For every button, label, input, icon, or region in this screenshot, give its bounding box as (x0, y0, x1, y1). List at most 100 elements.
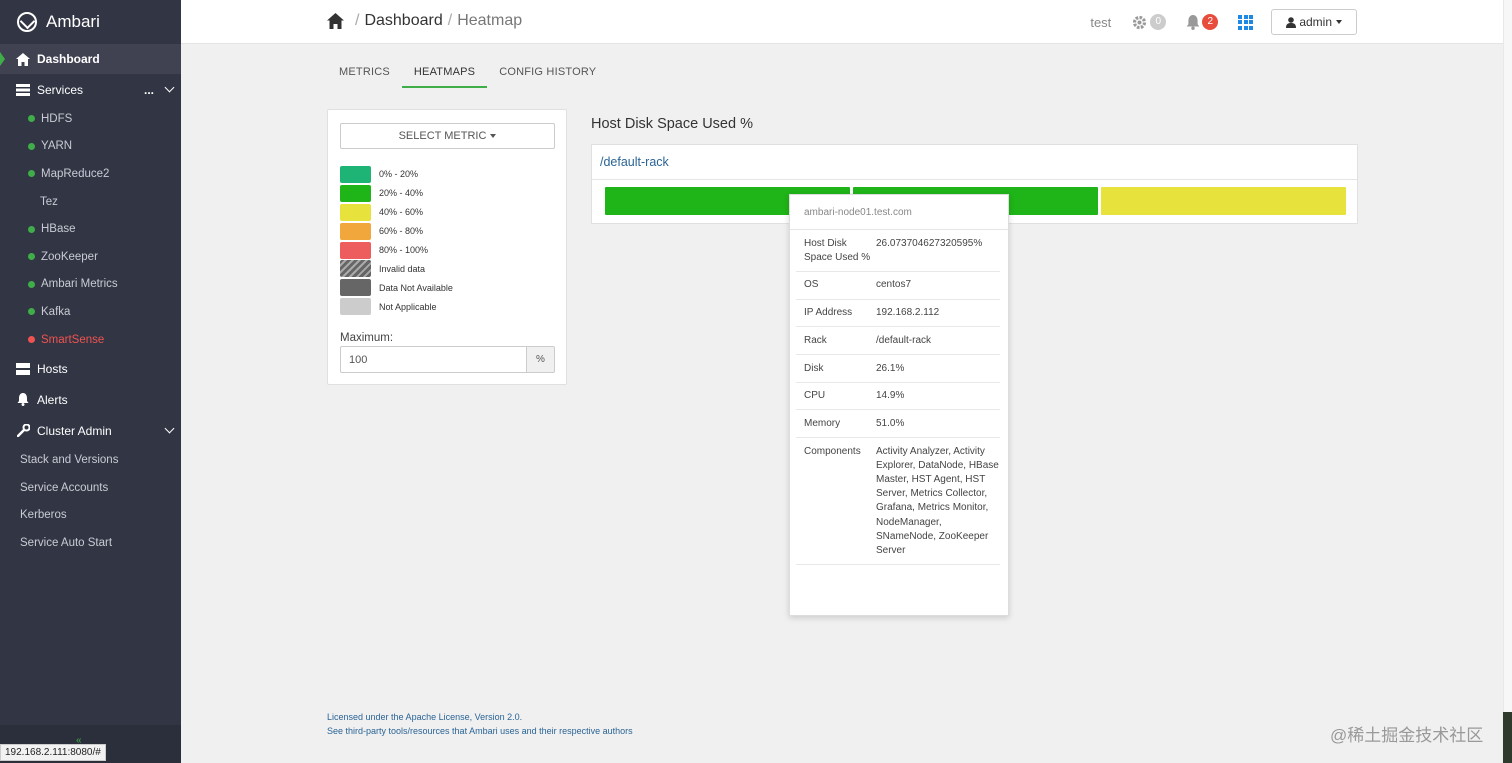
sidebar-service-item[interactable]: Kafka (0, 298, 181, 326)
rack-name: /default-rack (592, 145, 1357, 180)
tooltip-row: CPU 14.9% (796, 383, 1000, 411)
tooltip-row: OS centos7 (796, 272, 1000, 300)
service-label: ZooKeeper (41, 250, 98, 263)
views-grid-icon[interactable] (1238, 14, 1254, 30)
status-dot-icon (28, 308, 35, 316)
tooltip-value: 26.073704627320595% (876, 237, 983, 249)
top-bar-controls: test 0 2 admin (1090, 9, 1357, 35)
tooltip-key: IP Address (804, 307, 853, 319)
select-metric-button[interactable]: SELECT METRIC (340, 123, 555, 149)
tooltip-details: Host Disk Space Used % 26.073704627320595… (790, 230, 1008, 566)
sidebar-item-label: Services (37, 82, 84, 97)
bell-icon (16, 393, 30, 407)
legend-swatch (340, 241, 371, 259)
legend-item: 40% - 60% (340, 203, 453, 222)
sidebar-service-item[interactable]: HDFS (0, 105, 181, 133)
sidebar-item-hosts[interactable]: Hosts (0, 353, 181, 384)
chevron-down-icon[interactable] (164, 82, 175, 93)
sidebar-item-dashboard[interactable]: Dashboard (0, 44, 181, 74)
tooltip-key: Rack (804, 334, 827, 346)
tooltip-row: Memory 51.0% (796, 410, 1000, 439)
maximum-unit: % (526, 346, 555, 373)
status-dot-icon (28, 336, 35, 344)
sidebar-service-item[interactable]: Tez (0, 188, 181, 216)
scrollbar-thumb[interactable] (1503, 712, 1512, 763)
legend-swatch (340, 203, 371, 221)
tooltip-key: Components (804, 445, 861, 457)
tooltip-row: Rack/default-rack (796, 327, 1000, 356)
license-link[interactable]: Licensed under the Apache License, Versi… (327, 710, 633, 724)
service-label: Kafka (41, 305, 71, 318)
status-dot-icon (28, 170, 35, 178)
sidebar-service-item[interactable]: MapReduce2 (0, 160, 181, 188)
tooltip-key: Memory (804, 417, 841, 429)
sidebar-admin-item[interactable]: Stack and Versions (0, 446, 181, 474)
home-icon[interactable] (327, 13, 344, 29)
chevron-down-icon[interactable] (164, 423, 175, 434)
tooltip-row: Host Disk Space Used % 26.073704627320595… (796, 230, 1000, 272)
alerts-count-badge: 2 (1202, 14, 1219, 30)
third-party-link[interactable]: See third-party tools/resources that Amb… (327, 724, 633, 738)
scrollbar[interactable] (1503, 0, 1512, 763)
tab-metrics[interactable]: METRICS (327, 60, 402, 88)
maximum-input[interactable]: 100 (340, 346, 527, 373)
services-list: HDFS YARN MapReduce2 Tez HBase ZooKeeper Ambar… (0, 105, 181, 353)
status-dot-icon (28, 142, 35, 150)
sidebar-service-item[interactable]: SmartSense (0, 326, 181, 354)
legend-item: 0% - 20% (340, 165, 453, 184)
legend-label: 40% - 60% (379, 207, 424, 218)
tooltip-value: 14.9% (876, 390, 905, 402)
legend-swatch (340, 165, 371, 183)
tooltip-value: 51.0% (876, 417, 905, 429)
tooltip-value: 192.168.2.112 (876, 307, 940, 319)
legend-label: Not Applicable (379, 301, 437, 312)
sidebar-item-cluster-admin[interactable]: Cluster Admin (0, 415, 181, 446)
cluster-name: test (1090, 14, 1112, 30)
sidebar-service-item[interactable]: ZooKeeper (0, 243, 181, 271)
sidebar-service-item[interactable]: Ambari Metrics (0, 271, 181, 299)
legend-item: 80% - 100% (340, 241, 453, 260)
tab-heatmaps[interactable]: HEATMAPS (401, 60, 488, 88)
host-tooltip: ambari-node01.test.com Host Disk Space U… (789, 194, 1009, 616)
heatmap-legend-panel: SELECT METRIC 0% - 20% 20% - 40% 40% - 60%… (327, 109, 567, 385)
legend-item: 60% - 80% (340, 222, 453, 241)
tab-config-history[interactable]: CONFIG HISTORY (487, 60, 608, 88)
sidebar-item-label: Dashboard (37, 52, 100, 66)
sidebar-item-services[interactable]: Services ... (0, 74, 181, 105)
legend-label: 0% - 20% (379, 169, 419, 180)
maximum-label: Maximum: (340, 332, 394, 344)
service-label: MapReduce2 (41, 167, 110, 180)
legend-swatch (340, 260, 371, 278)
background-ops-button[interactable]: 0 (1131, 14, 1167, 31)
bell-icon (1186, 14, 1200, 30)
legend-item: Not Applicable (340, 297, 453, 316)
hosts-icon (16, 362, 30, 376)
breadcrumb-separator: / (355, 12, 360, 29)
service-label: HBase (41, 223, 76, 236)
top-bar: / Dashboard / Heatmap test 0 2 admin (181, 0, 1503, 44)
user-menu-button[interactable]: admin (1271, 9, 1357, 35)
brand[interactable]: Ambari (0, 0, 181, 44)
sidebar-item-label: Cluster Admin (37, 423, 112, 438)
sidebar-admin-item[interactable]: Service Auto Start (0, 529, 181, 557)
service-label: Tez (40, 195, 58, 208)
user-icon (1286, 16, 1297, 28)
legend-item: 20% - 40% (340, 184, 453, 203)
alerts-button[interactable]: 2 (1186, 14, 1219, 30)
sidebar-service-item[interactable]: HBase (0, 215, 181, 243)
host-cell[interactable] (1101, 187, 1346, 215)
services-more-button[interactable]: ... (144, 83, 154, 97)
sidebar-service-item[interactable]: YARN (0, 133, 181, 161)
wrench-icon (16, 424, 30, 438)
sidebar-admin-item[interactable]: Kerberos (0, 501, 181, 529)
sidebar-admin-item[interactable]: Service Accounts (0, 474, 181, 502)
sidebar: Ambari Dashboard Services ... HDFS YARN Ma… (0, 0, 181, 763)
breadcrumb-dashboard[interactable]: Dashboard (364, 12, 442, 30)
ops-count-badge: 0 (1150, 14, 1167, 30)
service-label: HDFS (41, 112, 73, 125)
sidebar-item-alerts[interactable]: Alerts (0, 384, 181, 415)
service-label: YARN (41, 140, 73, 153)
service-label: Ambari Metrics (41, 278, 118, 291)
legend-item: Invalid data (340, 259, 453, 278)
dashboard-tabs: METRICS HEATMAPS CONFIG HISTORY (327, 60, 608, 88)
